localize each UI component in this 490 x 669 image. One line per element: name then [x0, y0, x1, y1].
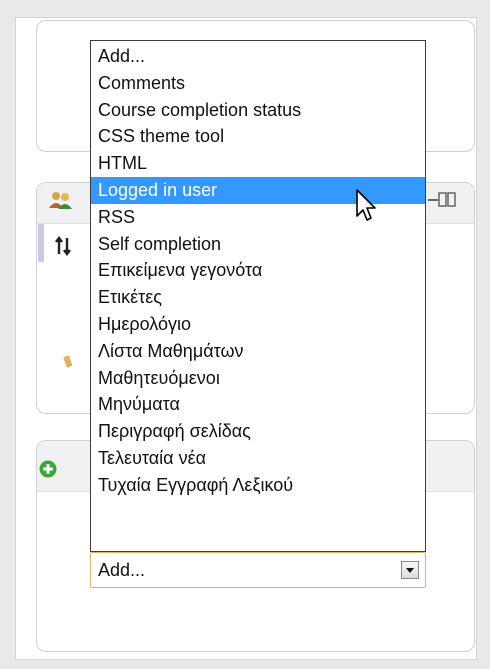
option-add[interactable]: Add...: [91, 43, 425, 70]
option-html[interactable]: HTML: [91, 150, 425, 177]
option-latest-news[interactable]: Τελευταία νέα: [91, 445, 425, 472]
option-course-list[interactable]: Λίστα Μαθημάτων: [91, 338, 425, 365]
select-value: Add...: [98, 560, 146, 580]
users-icon: [48, 190, 74, 210]
add-block-icon: [39, 460, 57, 478]
dock-icon[interactable]: [428, 192, 458, 208]
add-block-dropdown-list[interactable]: Add... Comments Course completion status…: [90, 40, 426, 552]
option-calendar[interactable]: Ημερολόγιο: [91, 311, 425, 338]
option-self-completion[interactable]: Self completion: [91, 231, 425, 258]
option-random-glossary-entry[interactable]: Τυχαία Εγγραφή Λεξικού: [91, 472, 425, 499]
move-icon[interactable]: [55, 236, 71, 256]
option-comments[interactable]: Comments: [91, 70, 425, 97]
option-tags[interactable]: Ετικέτες: [91, 284, 425, 311]
option-course-completion-status[interactable]: Course completion status: [91, 97, 425, 124]
chevron-down-icon[interactable]: [401, 561, 419, 579]
option-page-description[interactable]: Περιγραφή σελίδας: [91, 418, 425, 445]
option-css-theme-tool[interactable]: CSS theme tool: [91, 123, 425, 150]
add-block-select[interactable]: Add...: [90, 552, 426, 588]
option-messages[interactable]: Μηνύματα: [91, 391, 425, 418]
mouse-pointer-icon: [355, 188, 381, 224]
block-subbar: [38, 224, 44, 262]
option-upcoming-events[interactable]: Επικείμενα γεγονότα: [91, 257, 425, 284]
option-students[interactable]: Μαθητευόμενοι: [91, 365, 425, 392]
pencil-icon[interactable]: [62, 355, 74, 369]
